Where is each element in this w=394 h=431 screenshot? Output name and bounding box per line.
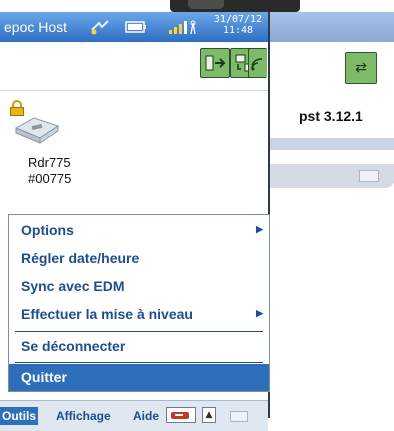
- bezel-notch: [170, 0, 300, 12]
- keyboard-icon: [359, 170, 379, 182]
- clock[interactable]: 31/07/12 11:48: [210, 14, 266, 36]
- wireless-search-icon[interactable]: [248, 48, 267, 78]
- menu-item-label: Se déconnecter: [21, 338, 126, 354]
- app-title: epoc Host: [4, 19, 68, 35]
- sync-icon: ⇄: [345, 52, 377, 84]
- device-bezel: [0, 0, 394, 12]
- menu-item-sync-edm[interactable]: Sync avec EDM: [9, 273, 269, 300]
- background-title-bar: [269, 12, 394, 42]
- menu-item-label: Quitter: [21, 369, 67, 385]
- menu-item-label: Sync avec EDM: [21, 278, 125, 294]
- menu-outils[interactable]: Outils: [0, 407, 39, 425]
- menu-separator: [15, 331, 263, 332]
- menu-item-disconnect[interactable]: Se déconnecter: [9, 333, 269, 360]
- up-arrow-icon[interactable]: ▲: [202, 407, 216, 423]
- bottom-menu-bar: Outils Affichage Aide ▲: [0, 400, 268, 431]
- version-label: pst 3.12.1: [299, 108, 363, 124]
- title-bar: epoc Host 31/07/12 11:48: [0, 12, 268, 42]
- signal-antenna-icon[interactable]: [166, 17, 200, 37]
- keyboard-icon[interactable]: [230, 411, 248, 422]
- reader-id: #00775: [28, 171, 72, 186]
- submenu-arrow-icon: ▶: [256, 308, 263, 318]
- reader-name: Rdr775: [28, 155, 71, 170]
- clock-time: 11:48: [222, 25, 254, 36]
- device-screen: epoc Host 31/07/12 11:48 Rdr775 #00775 O…: [0, 12, 270, 431]
- menu-item-options[interactable]: Options ▶: [9, 217, 269, 244]
- background-window: ⇄ pst 3.12.1: [268, 12, 394, 188]
- reader-device-icon: [14, 117, 60, 144]
- card-reader-icon[interactable]: [166, 407, 196, 423]
- toolbar: [0, 42, 268, 91]
- menu-item-label: Régler date/heure: [21, 250, 140, 266]
- background-divider: [269, 138, 394, 150]
- clock-date: 31/07/12: [213, 14, 263, 25]
- menu-item-label: Options: [21, 222, 74, 238]
- menu-item-quit[interactable]: Quitter: [9, 364, 269, 391]
- exit-reader-icon[interactable]: [200, 48, 230, 78]
- background-menu-bar: [269, 164, 394, 188]
- menu-affichage[interactable]: Affichage: [56, 409, 111, 423]
- context-menu: Options ▶ Régler date/heure Sync avec ED…: [8, 214, 270, 392]
- menu-item-label: Effectuer la mise à niveau: [21, 306, 193, 322]
- menu-item-upgrade[interactable]: Effectuer la mise à niveau ▶: [9, 301, 269, 328]
- submenu-arrow-icon: ▶: [256, 224, 263, 234]
- reader-item[interactable]: Rdr775 #00775: [10, 100, 130, 220]
- menu-item-set-date-time[interactable]: Régler date/heure: [9, 245, 269, 272]
- bluetooth-sync-icon[interactable]: [88, 17, 112, 37]
- menu-separator: [15, 362, 263, 363]
- menu-aide[interactable]: Aide: [133, 409, 159, 423]
- battery-icon[interactable]: [124, 17, 148, 37]
